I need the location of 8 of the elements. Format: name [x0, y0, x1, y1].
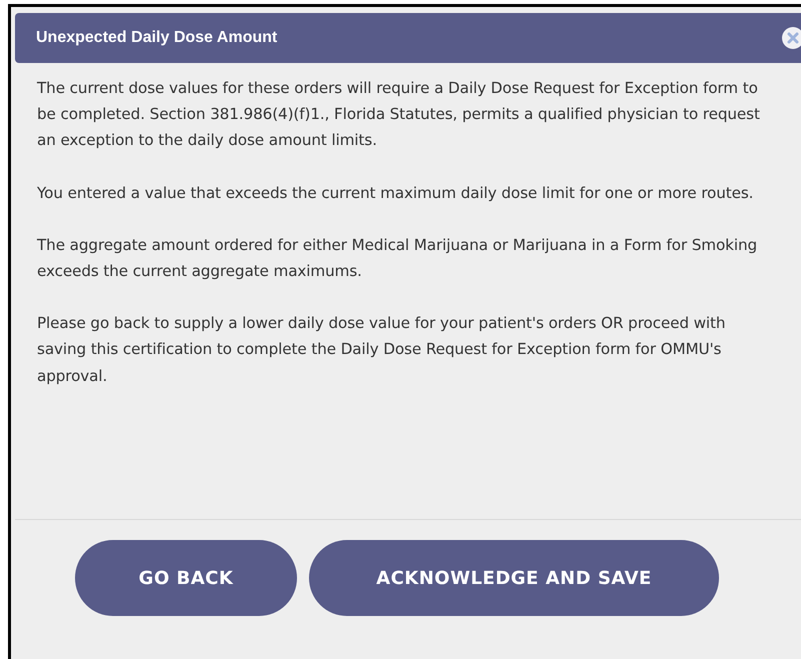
message-paragraph: You entered a value that exceeds the current maximum daily dose limit for one or more routes. — [37, 182, 754, 204]
close-icon[interactable] — [781, 26, 801, 50]
message-paragraph: The aggregate amount ordered for either Medical Marijuana or Marijuana in a Form for Smoking exceeds the current aggregate maximums. — [37, 234, 758, 282]
acknowledge-button[interactable]: ACKNOWLEDGE AND SAVE — [309, 540, 719, 616]
go-back-button[interactable]: GO BACK — [75, 540, 297, 616]
message-paragraph: Please go back to supply a lower daily dose value for your patient's orders OR proceed with saving this certification to complete the Daily Dose Request for Exception form for OMMU's approval. — [37, 313, 726, 387]
dialog-title: Unexpected Daily Dose Amount — [36, 29, 278, 47]
message-paragraph: The current dose values for these orders will require a Daily Dose Request for Exception form to be completed. Section 381.986(4)(f)1., Florida Statutes, permits a qualified physician to request an exception to the daily dose amount limits. — [37, 78, 761, 152]
